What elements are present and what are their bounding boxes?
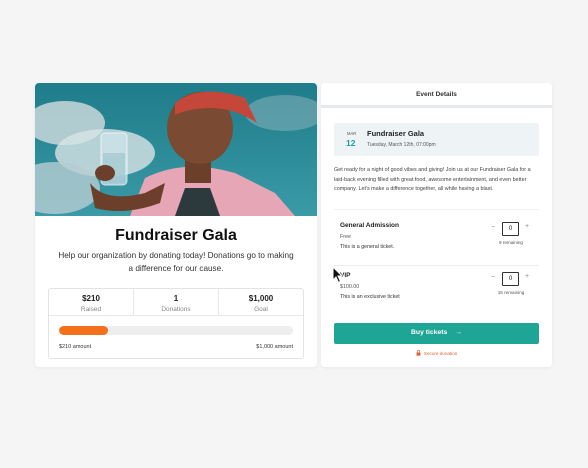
ticket-general-admission: General Admission Free This is a general… [334, 216, 539, 266]
stats-row: $210 Raised 1 Donations $1,000 Goal [49, 289, 303, 316]
ticket-remaining: 9 remaining [498, 240, 523, 245]
stat-label: Raised [80, 306, 102, 313]
raised-amount: $210 amount [59, 344, 92, 350]
event-description: Get ready for a night of good vibes and … [334, 167, 531, 192]
event-datetime: Tuesday, March 12th, 07:00pm [367, 142, 436, 148]
stat-value: $1,000 [248, 294, 274, 303]
hero-image [35, 83, 317, 216]
stat-goal: $1,000 Goal [219, 289, 303, 315]
stat-value: $210 [82, 294, 100, 303]
campaign-stats: $210 Raised 1 Donations $1,000 Goal $210… [48, 288, 304, 359]
qty-decrement-button[interactable]: − [489, 224, 497, 231]
progress-bar [59, 326, 293, 335]
arrow-right-icon: → [455, 329, 462, 336]
ticket-info: This is a general ticket. [340, 244, 395, 250]
event-title: Fundraiser Gala [367, 129, 425, 138]
qty-input[interactable]: 0 [502, 222, 519, 236]
ticket-price: $100.00 [340, 284, 360, 290]
qty-increment-button[interactable]: + [523, 273, 531, 280]
secure-donation-label: Secure donation [423, 351, 458, 356]
qty-input[interactable]: 0 [502, 272, 519, 286]
stat-donations: 1 Donations [134, 289, 219, 315]
campaign-description: Help our organization by donating today!… [58, 251, 294, 273]
stat-label: Donations [161, 306, 191, 313]
stat-label: Goal [254, 306, 268, 313]
lock-icon [416, 350, 421, 356]
divider [334, 209, 539, 210]
buy-tickets-button[interactable]: Buy tickets → [334, 323, 539, 344]
stat-value: 1 [173, 294, 179, 303]
event-details-card: Event Details MAR 12 Fundraiser Gala Tue… [321, 83, 552, 367]
event-day: 12 [346, 138, 356, 148]
secure-donation: Secure donation [321, 350, 552, 356]
ticket-vip: VIP $100.00 This is an exclusive ticket … [334, 266, 539, 316]
event-details-header: Event Details [416, 91, 457, 98]
qty-increment-button[interactable]: + [523, 223, 531, 230]
qty-decrement-button[interactable]: − [489, 274, 497, 281]
campaign-card: Fundraiser Gala Help our organization by… [35, 83, 317, 367]
campaign-title: Fundraiser Gala [115, 227, 237, 244]
stat-raised: $210 Raised [49, 289, 134, 315]
buy-tickets-label: Buy tickets [411, 329, 448, 336]
ticket-remaining: 15 remaining [497, 290, 525, 295]
ticket-info: This is an exclusive ticket [340, 294, 400, 300]
event-month: MAR [347, 131, 357, 136]
event-summary: MAR 12 Fundraiser Gala Tuesday, March 12… [334, 123, 539, 156]
ticket-price: Free [340, 234, 351, 240]
goal-amount: $1,000 amount [256, 344, 293, 350]
mouse-cursor-icon [332, 266, 344, 284]
progress-fill [59, 326, 109, 335]
header-divider [321, 105, 552, 108]
ticket-name: General Admission [340, 222, 399, 229]
